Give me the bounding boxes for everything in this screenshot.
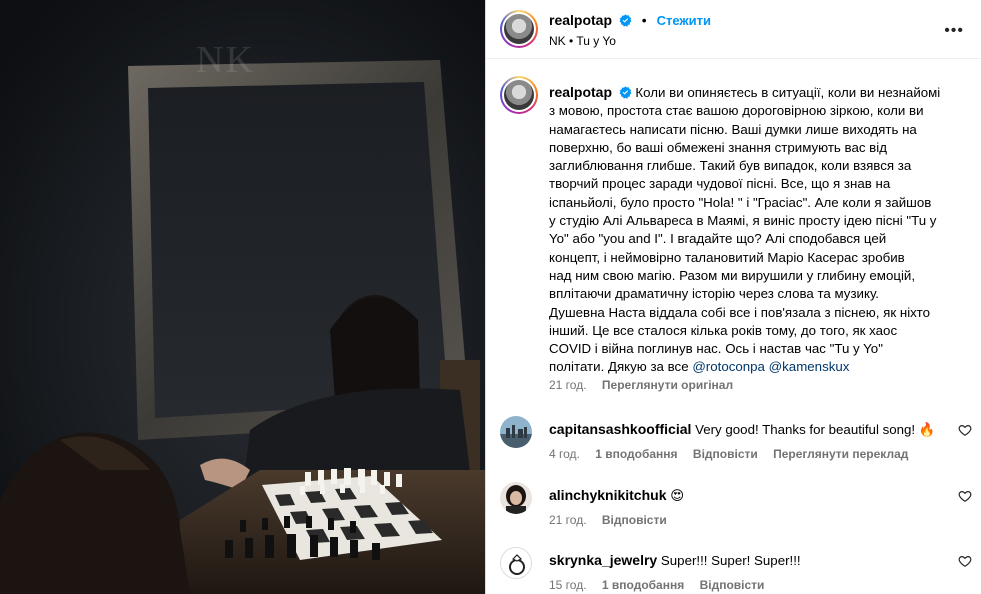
- commenter-username[interactable]: alinchyknikitchuk: [549, 487, 666, 503]
- commenter-avatar[interactable]: [500, 547, 532, 579]
- comment-text: Very good! Thanks for beautiful song! 🔥: [695, 422, 936, 437]
- like-heart-icon[interactable]: [958, 489, 972, 503]
- caption-line: у студію Алі Альвареса в Маямі, я виніс …: [549, 213, 937, 229]
- verified-badge-icon: [619, 14, 632, 27]
- commenter-avatar[interactable]: [500, 482, 532, 514]
- caption-line-last: політати. Дякую за все @rotoconpa @kamen…: [549, 359, 850, 375]
- post-media[interactable]: NK: [0, 0, 485, 594]
- caption-line: поверхню, бо ваші обмежені знання стриму…: [549, 139, 887, 155]
- watermark-text: NK: [196, 39, 255, 81]
- post-image: [0, 0, 485, 594]
- caption-line: намагаєтесь написати пісню. Ваші думки л…: [549, 121, 917, 137]
- caption-line: COVID і війна поглинув нас. Ось і настав…: [549, 341, 883, 357]
- author-avatar[interactable]: [500, 10, 538, 48]
- mention-link[interactable]: @rotoconpa: [692, 359, 765, 374]
- post-subtitle[interactable]: NK • Tu y Yo: [549, 34, 616, 48]
- more-options-icon[interactable]: •••: [944, 22, 964, 40]
- instagram-post-view: NK realpotap • Стежити NK • Tu y Yo ••• …: [0, 0, 981, 594]
- comment: alinchyknikitchuk 😍 21 год. Відповісти: [486, 482, 981, 546]
- author-username[interactable]: realpotap: [549, 12, 612, 28]
- separator-dot: •: [641, 12, 647, 28]
- caption-line: над ним свою магію. Разом ми вирушили у …: [549, 267, 916, 283]
- reply-button[interactable]: Відповісти: [693, 447, 758, 461]
- comment-likes[interactable]: 1 вподобання: [602, 578, 684, 592]
- caption-line: концепт, і неймовірно талановитий Маріо …: [549, 249, 905, 265]
- caption-author-avatar[interactable]: [500, 76, 538, 114]
- follow-button[interactable]: Стежити: [657, 13, 711, 28]
- post-details-panel: realpotap • Стежити NK • Tu y Yo ••• rea…: [485, 0, 981, 594]
- caption-line: Yo" або "you and I". І вгадайте що? Алі …: [549, 231, 887, 247]
- caption-line-1: realpotap Коли ви опиняєтесь в ситуації,…: [549, 84, 941, 100]
- like-heart-icon[interactable]: [958, 554, 972, 568]
- like-heart-icon[interactable]: [958, 423, 972, 437]
- caption-time[interactable]: 21 год.: [549, 378, 587, 392]
- comment-time[interactable]: 21 год.: [549, 513, 587, 527]
- caption-line: заглиблювання глибше. Такий був випадок,…: [549, 158, 912, 174]
- comment-time[interactable]: 15 год.: [549, 578, 587, 592]
- caption-line: Душевна Наста віддала собі все і пов'яза…: [549, 304, 930, 320]
- ring-logo-icon: [501, 548, 531, 578]
- caption-line: з мовою, простота стає вашою дороговірно…: [549, 103, 924, 119]
- commenter-username[interactable]: skrynka_jewelry: [549, 552, 657, 568]
- caption-line: іспаньйолі, було просто "Hola! " і "Грас…: [549, 194, 932, 210]
- see-translation-button[interactable]: Переглянути переклад: [773, 447, 908, 461]
- comment-text: 😍: [670, 488, 685, 503]
- comment-text: Super!!! Super! Super!!!: [660, 553, 801, 568]
- post-caption: realpotap Коли ви опиняєтесь в ситуації,…: [549, 83, 954, 377]
- mention-link[interactable]: @kamenskux: [769, 359, 850, 374]
- commenter-avatar[interactable]: [500, 416, 532, 448]
- caption-meta: 21 год. Переглянути оригінал: [549, 378, 745, 392]
- comment: skrynka_jewelry Super!!! Super! Super!!!…: [486, 547, 981, 594]
- reply-button[interactable]: Відповісти: [700, 578, 765, 592]
- comment-time[interactable]: 4 год.: [549, 447, 580, 461]
- comment: capitansashkoofficial Very good! Thanks …: [486, 416, 981, 480]
- caption-line: творчий процес заради чудової пісні. Все…: [549, 176, 891, 192]
- reply-button[interactable]: Відповісти: [602, 513, 667, 527]
- post-header: realpotap • Стежити NK • Tu y Yo •••: [486, 0, 981, 59]
- caption-username[interactable]: realpotap: [549, 84, 612, 100]
- commenter-username[interactable]: capitansashkoofficial: [549, 421, 691, 437]
- see-original-button[interactable]: Переглянути оригінал: [602, 378, 733, 392]
- caption-line: вплітаючи драматичну історію через слова…: [549, 286, 879, 302]
- comment-likes[interactable]: 1 вподобання: [595, 447, 677, 461]
- caption-line: інший. Це все сталося кілька років тому,…: [549, 322, 898, 338]
- verified-badge-icon: [619, 86, 632, 99]
